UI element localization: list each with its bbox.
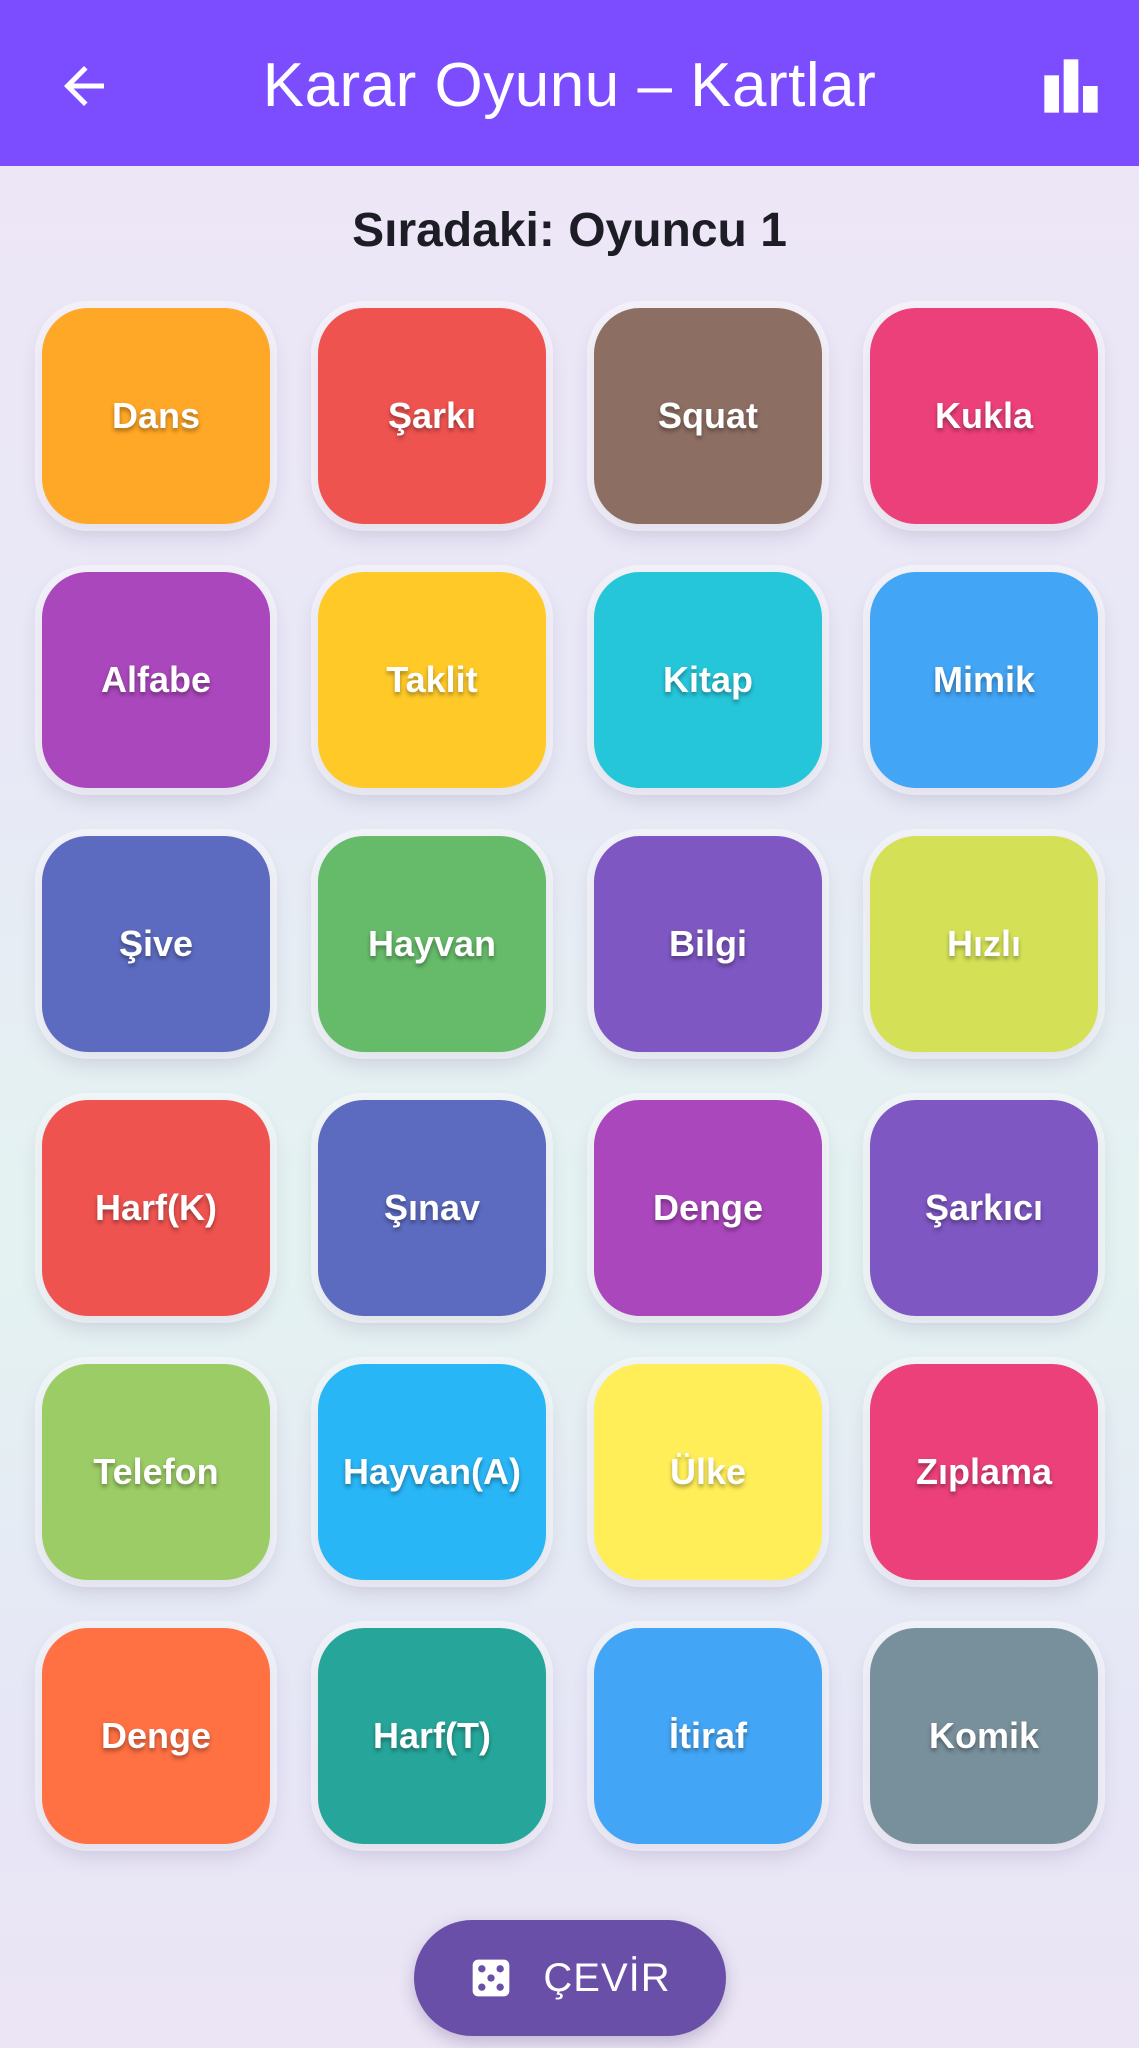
card-label: Şive	[118, 923, 194, 964]
decision-card[interactable]: Alfabe	[42, 572, 270, 788]
card-label: Mimik	[932, 659, 1036, 700]
decision-card[interactable]: Şarkıcı	[870, 1100, 1098, 1316]
decision-card[interactable]: Kitap	[594, 572, 822, 788]
decision-card[interactable]: Dans	[42, 308, 270, 524]
decision-card[interactable]: Harf(K)	[42, 1100, 270, 1316]
decision-card[interactable]: Telefon	[42, 1364, 270, 1580]
card-label: Kukla	[934, 395, 1034, 436]
card-label: Denge	[652, 1187, 764, 1228]
card-label: Ülke	[669, 1451, 747, 1492]
decision-card[interactable]: Şarkı	[318, 308, 546, 524]
card-label: Alfabe	[100, 659, 212, 700]
decision-card[interactable]: Squat	[594, 308, 822, 524]
decision-card[interactable]: Kukla	[870, 308, 1098, 524]
card-label: Squat	[657, 395, 758, 436]
turn-indicator: Sıradaki: Oyuncu 1	[352, 203, 787, 257]
card-label: İtiraf	[668, 1715, 747, 1756]
decision-card[interactable]: Bilgi	[594, 836, 822, 1052]
decision-card[interactable]: Mimik	[870, 572, 1098, 788]
spin-button-label: ÇEVİR	[543, 1955, 671, 2000]
card-label: Harf(T)	[373, 1715, 491, 1756]
decision-card[interactable]: Zıplama	[870, 1364, 1098, 1580]
card-label: Denge	[100, 1715, 212, 1756]
card-label: Dans	[111, 395, 201, 436]
card-label: Hayvan	[367, 923, 497, 964]
decision-card[interactable]: İtiraf	[594, 1628, 822, 1844]
card-label: Şarkıcı	[924, 1187, 1044, 1228]
decision-card[interactable]: Harf(T)	[318, 1628, 546, 1844]
card-label: Bilgi	[669, 923, 747, 964]
card-label: Hızlı	[946, 923, 1021, 964]
arrow-left-icon	[64, 66, 104, 106]
decision-card[interactable]: Hızlı	[870, 836, 1098, 1052]
decision-card[interactable]: Şive	[42, 836, 270, 1052]
app-bar: Karar Oyunu – Kartlar	[0, 0, 1139, 166]
decision-card[interactable]: Taklit	[318, 572, 546, 788]
card-label: Harf(K)	[95, 1187, 217, 1228]
card-grid: Dans Şarkı Squat Kukla Alfabe Taklit Kitap Mimi…	[42, 308, 1098, 1844]
page-title: Karar Oyunu – Kartlar	[262, 50, 877, 120]
decision-card[interactable]: Denge	[42, 1628, 270, 1844]
decision-card[interactable]: Denge	[594, 1100, 822, 1316]
card-label: Hayvan(A)	[342, 1451, 522, 1492]
card-label: Kitap	[663, 659, 753, 700]
decision-card[interactable]: Komik	[870, 1628, 1098, 1844]
card-label: Şarkı	[387, 395, 477, 436]
decision-card[interactable]: Hayvan(A)	[318, 1364, 546, 1580]
decision-card[interactable]: Ülke	[594, 1364, 822, 1580]
bar-chart-icon	[1044, 59, 1098, 113]
card-label: Şınav	[383, 1187, 481, 1228]
card-label: Telefon	[93, 1451, 219, 1492]
dice-icon	[473, 1959, 510, 1997]
spin-button[interactable]: ÇEVİR	[414, 1920, 726, 2036]
decision-card[interactable]: Şınav	[318, 1100, 546, 1316]
card-label: Zıplama	[915, 1451, 1053, 1492]
back-button[interactable]	[40, 42, 128, 130]
card-label: Komik	[928, 1715, 1040, 1756]
decision-card[interactable]: Hayvan	[318, 836, 546, 1052]
card-label: Taklit	[386, 659, 478, 700]
stats-button[interactable]	[1027, 42, 1115, 130]
